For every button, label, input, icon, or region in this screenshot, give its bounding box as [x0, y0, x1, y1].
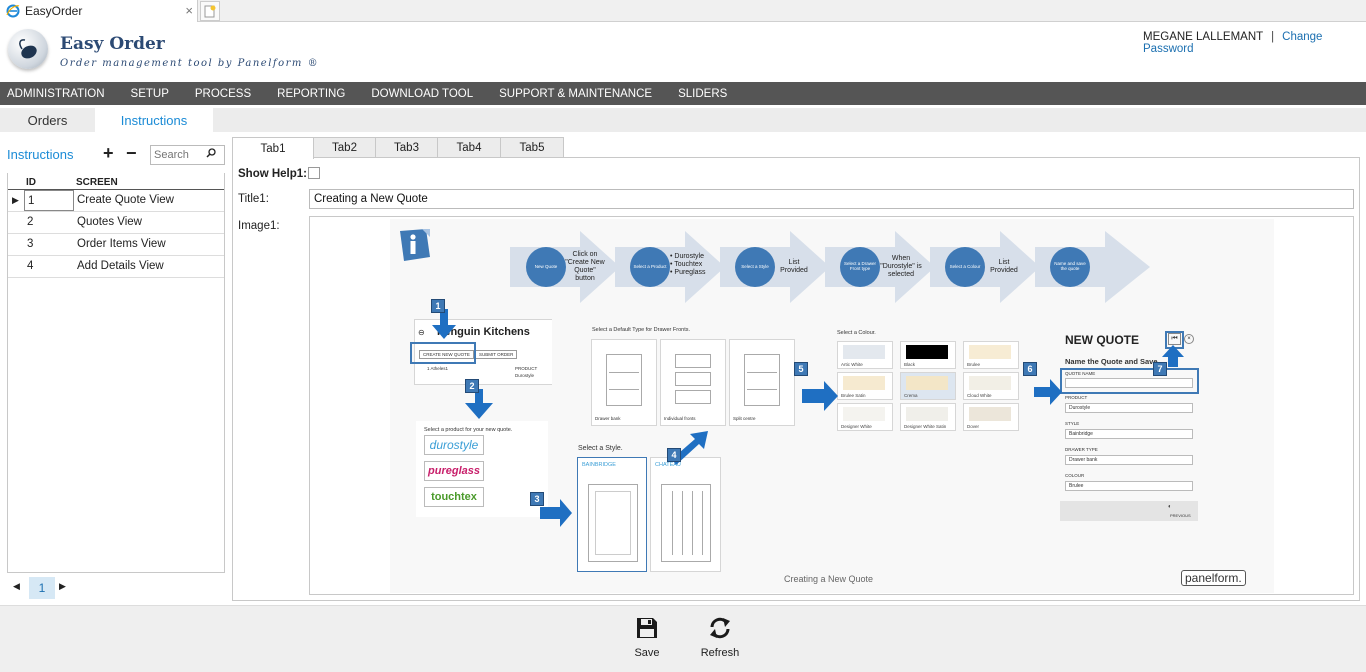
save-button[interactable]: Save [632, 617, 662, 663]
row-screen: Add Details View [77, 260, 164, 272]
instruction-image[interactable]: New Quote Click on "Create New Quote" bu… [309, 216, 1354, 595]
step-text-2: • Durostyle • Touchtex • Pureglass [670, 253, 706, 277]
nav-sliders[interactable]: SLIDERS [671, 88, 734, 100]
row-screen: Order Items View [77, 238, 166, 250]
info-icon [400, 229, 430, 261]
title-input[interactable] [309, 189, 1354, 209]
step-circle-2: Select a Product [630, 247, 670, 287]
next-page-icon[interactable]: ▶ [59, 581, 66, 592]
table-row[interactable]: ▶ 1 Create Quote View [8, 190, 224, 212]
nav-setup[interactable]: SETUP [124, 88, 176, 100]
row-indicator-icon: ▶ [12, 195, 19, 205]
show-help-label: Show Help1: [238, 168, 308, 180]
panelform-logo: panelform. [1181, 570, 1246, 586]
table-row[interactable]: 4 Add Details View [8, 256, 224, 278]
row-id: 4 [27, 260, 34, 272]
user-separator: | [1271, 31, 1275, 43]
app-logo [8, 29, 48, 69]
step-circle-1: New Quote [526, 247, 566, 287]
save-label: Save [634, 647, 660, 659]
step-circle-6: Name and save the quote [1050, 247, 1090, 287]
row-screen: Quotes View [77, 216, 142, 228]
browser-tab-strip: EasyOrder × [0, 0, 1366, 22]
nav-process[interactable]: PROCESS [188, 88, 258, 100]
refresh-label: Refresh [700, 647, 740, 659]
refresh-button[interactable]: Refresh [700, 617, 740, 663]
title-label: Title1: [238, 193, 269, 205]
step-number-7: 7 [1153, 362, 1167, 376]
step-circle-4: Select a Drawer Front type [840, 247, 880, 287]
nav-administration[interactable]: ADMINISTRATION [0, 88, 112, 100]
instructions-title: Instructions [7, 147, 74, 162]
instructions-grid: ID SCREEN ▶ 1 Create Quote View 2 Quotes… [7, 173, 225, 573]
close-tab-icon[interactable]: × [185, 3, 193, 18]
footer-toolbar [0, 605, 1366, 672]
refresh-icon [710, 617, 730, 639]
nav-download-tool[interactable]: DOWNLOAD TOOL [364, 88, 480, 100]
tab-instructions[interactable]: Instructions [95, 108, 213, 132]
new-tab-button[interactable] [200, 1, 220, 21]
step-number-2: 2 [465, 379, 479, 393]
search-icon[interactable] [206, 148, 216, 158]
mouse-logo-icon [19, 39, 37, 59]
user-name: MEGANE LALLEMANT [1143, 31, 1264, 43]
step-number-5: 5 [794, 362, 808, 376]
column-screen[interactable]: SCREEN [76, 177, 118, 188]
app-title: Easy Order [60, 34, 165, 54]
tab-orders[interactable]: Orders [0, 108, 95, 132]
step-number-3: 3 [530, 492, 544, 506]
row-id: 1 [24, 190, 74, 211]
row-id: 2 [27, 216, 34, 228]
grid-header: ID SCREEN [8, 173, 224, 190]
tab-4[interactable]: Tab4 [437, 137, 501, 158]
prev-page-icon[interactable]: ◀ [13, 581, 20, 592]
row-screen: Create Quote View [77, 194, 174, 206]
step-text-4: When "Durostyle" is selected [880, 255, 922, 279]
page-number[interactable]: 1 [29, 577, 55, 599]
tab-5[interactable]: Tab5 [500, 137, 564, 158]
image-caption: Creating a New Quote [784, 574, 874, 584]
ie-logo-icon [6, 4, 20, 18]
step-text-5: List Provided [990, 259, 1018, 275]
image-label: Image1: [238, 220, 280, 232]
browser-tab-title: EasyOrder [25, 4, 83, 18]
sub-tabs: Orders Instructions [0, 108, 1366, 132]
tab-3[interactable]: Tab3 [375, 137, 438, 158]
table-row[interactable]: 3 Order Items View [8, 234, 224, 256]
remove-icon[interactable]: − [126, 143, 137, 164]
browser-tab[interactable]: EasyOrder × [0, 0, 198, 22]
step-circle-3: Select a Style [735, 247, 775, 287]
add-icon[interactable]: + [103, 143, 114, 164]
step-text-1: Click on "Create New Quote" button [565, 251, 605, 283]
step-number-1: 1 [431, 299, 445, 313]
step-number-4: 4 [667, 448, 681, 462]
nav-reporting[interactable]: REPORTING [270, 88, 352, 100]
tab-2[interactable]: Tab2 [313, 137, 376, 158]
row-id: 3 [27, 238, 34, 250]
table-row[interactable]: 2 Quotes View [8, 212, 224, 234]
nav-support-maintenance[interactable]: SUPPORT & MAINTENANCE [492, 88, 659, 100]
step-circle-5: Select a Colour [945, 247, 985, 287]
step-text-3: List Provided [780, 259, 808, 275]
show-help-checkbox[interactable] [308, 167, 320, 179]
user-bar: MEGANE LALLEMANT | Change Password [1143, 31, 1366, 55]
floppy-disk-icon [637, 618, 657, 638]
new-tab-icon [204, 5, 216, 17]
tab-1-overlay[interactable]: Tab1 [232, 137, 314, 159]
main-nav: ADMINISTRATION SETUP PROCESS REPORTING D… [0, 82, 1366, 105]
step-number-6: 6 [1023, 362, 1037, 376]
pager: ◀ 1 ▶ [7, 577, 225, 599]
column-id[interactable]: ID [26, 177, 36, 188]
app-subtitle: Order management tool by Panelform ® [60, 58, 320, 69]
